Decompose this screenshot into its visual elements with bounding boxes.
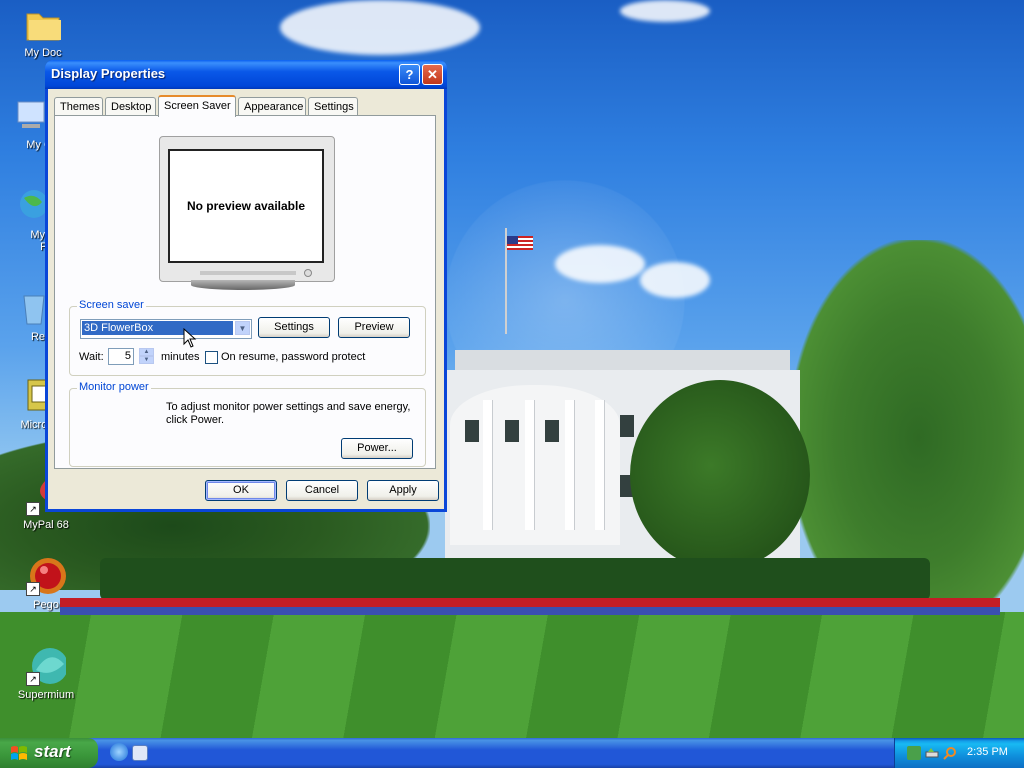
display-properties-window: Display Properties ? ✕ Themes Desktop Sc… xyxy=(45,60,447,512)
tab-screen-saver[interactable]: Screen Saver xyxy=(158,95,236,117)
safely-remove-icon[interactable] xyxy=(925,746,939,760)
quick-launch-app-icon[interactable] xyxy=(132,745,148,761)
window-title: Display Properties xyxy=(51,66,166,81)
power-button[interactable]: Power... xyxy=(341,438,413,459)
desktop-icon-label: MyPal 68 xyxy=(23,519,69,531)
password-protect-label[interactable]: On resume, password protect xyxy=(221,351,365,363)
monitor-preview: No preview available xyxy=(159,136,335,282)
supermium-icon: ↗ xyxy=(26,646,68,686)
network-tray-icon[interactable] xyxy=(907,746,921,760)
clock[interactable]: 2:35 PM xyxy=(967,746,1008,758)
shortcut-arrow-icon: ↗ xyxy=(26,582,40,596)
help-button[interactable]: ? xyxy=(399,64,420,85)
spin-up-icon[interactable]: ▲ xyxy=(139,348,154,356)
shortcut-arrow-icon: ↗ xyxy=(26,672,40,686)
cancel-button[interactable]: Cancel xyxy=(286,480,358,501)
preview-button[interactable]: Preview xyxy=(338,317,410,338)
wait-label: Wait: xyxy=(79,351,104,363)
title-bar[interactable]: Display Properties ? ✕ xyxy=(45,60,447,89)
settings-button[interactable]: Settings xyxy=(258,317,330,338)
computer-icon xyxy=(10,96,50,136)
monitor-power-group-label: Monitor power xyxy=(77,381,151,393)
start-label: start xyxy=(34,742,71,761)
internet-explorer-icon[interactable] xyxy=(110,743,128,761)
tab-appearance[interactable]: Appearance xyxy=(238,97,306,115)
windows-logo-icon xyxy=(11,746,27,760)
mouse-pointer-icon xyxy=(183,327,197,351)
start-button[interactable]: start xyxy=(0,738,98,768)
system-tray: 2:35 PM xyxy=(894,738,1024,768)
close-button[interactable]: ✕ xyxy=(422,64,443,85)
screen-saver-dropdown[interactable]: 3D FlowerBox ▼ xyxy=(80,319,252,339)
wait-spinner[interactable]: ▲ ▼ xyxy=(139,348,154,365)
tab-themes[interactable]: Themes xyxy=(54,97,103,115)
monitor-power-text-line1: To adjust monitor power settings and sav… xyxy=(166,401,411,413)
power-led-icon xyxy=(304,269,312,277)
screen-saver-group-label: Screen saver xyxy=(77,299,146,311)
desktop-icon-my-documents[interactable]: My Doc xyxy=(3,4,83,59)
desktop-icon-label: Pego xyxy=(33,599,59,611)
folder-icon xyxy=(23,4,63,44)
minutes-label: minutes xyxy=(161,351,200,363)
desktop-icon-label: Supermium xyxy=(17,689,75,701)
monitor-stand xyxy=(191,280,295,290)
taskbar: start 2:35 PM xyxy=(0,738,1024,768)
wait-minutes-input[interactable]: 5 xyxy=(108,348,134,365)
apply-button[interactable]: Apply xyxy=(367,480,439,501)
shortcut-arrow-icon: ↗ xyxy=(26,502,40,516)
tab-settings[interactable]: Settings xyxy=(308,97,358,115)
pego-icon: ↗ xyxy=(26,556,66,596)
search-tray-icon[interactable] xyxy=(943,746,957,760)
screen-saver-selected: 3D FlowerBox xyxy=(82,321,233,335)
tab-desktop[interactable]: Desktop xyxy=(105,97,156,115)
recycle-bin-icon xyxy=(10,288,50,328)
password-protect-checkbox[interactable] xyxy=(205,351,218,364)
ok-button[interactable]: OK xyxy=(205,480,277,501)
desktop-icon-label: My Doc xyxy=(24,47,62,59)
desktop-icon-pego[interactable]: ↗ Pego xyxy=(6,556,86,611)
chevron-down-icon[interactable]: ▼ xyxy=(235,321,250,335)
screen-saver-panel: No preview available Screen saver 3D Flo… xyxy=(54,115,436,469)
desktop-icon-supermium[interactable]: ↗ Supermium xyxy=(6,646,86,701)
screen-saver-group: Screen saver 3D FlowerBox ▼ Settings Pre… xyxy=(69,299,426,376)
app-icon xyxy=(10,376,53,416)
monitor-power-group: Monitor power To adjust monitor power se… xyxy=(69,381,426,467)
preview-screen: No preview available xyxy=(168,149,324,263)
monitor-power-text-line2: click Power. xyxy=(166,414,225,426)
network-icon xyxy=(10,186,50,226)
spin-down-icon[interactable]: ▼ xyxy=(139,356,154,364)
